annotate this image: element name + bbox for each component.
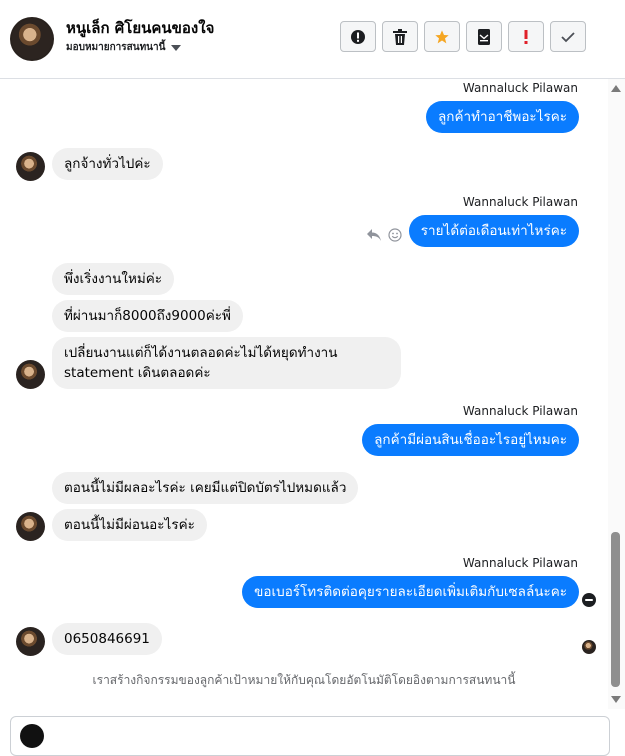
alert-circle-icon xyxy=(351,29,365,44)
outgoing-message[interactable]: ขอเบอร์โทรติดต่อคุยรายละเอียดเพิ่มเติมกั… xyxy=(242,576,579,608)
contact-name[interactable]: หนูเล็ก ศิโยนคนของใจ xyxy=(66,16,214,40)
check-icon xyxy=(561,31,575,42)
outgoing-message[interactable]: ลูกค้ามีผ่อนสินเชื่ออะไรอยู่ไหมคะ xyxy=(362,424,579,456)
react-emoji-icon[interactable] xyxy=(388,228,402,242)
contact-avatar-small xyxy=(16,627,45,656)
conversation-toolbar xyxy=(340,21,586,52)
conversation-header: หนูเล็ก ศิโยนคนของใจ มอบหมายการสนทนานี้ xyxy=(0,0,625,79)
contact-avatar[interactable] xyxy=(10,17,54,61)
assign-label: มอบหมายการสนทนานี้ xyxy=(66,42,166,53)
exclamation-icon xyxy=(524,29,528,44)
contact-avatar-small xyxy=(16,152,45,181)
star-button[interactable] xyxy=(424,21,460,52)
outgoing-message[interactable]: รายได้ต่อเดือนเท่าไหร่คะ xyxy=(408,215,579,247)
incoming-message[interactable]: 0650846691 xyxy=(52,623,162,655)
reply-icon[interactable] xyxy=(366,228,382,242)
delivered-status-icon xyxy=(582,593,596,607)
incoming-message[interactable]: ตอนนี้ไม่มีผลอะไรค่ะ เคยมีแต่ปิดบัตรไปหม… xyxy=(52,472,359,504)
sender-name: Wannaluck Pilawan xyxy=(462,81,578,95)
scroll-down-arrow-icon[interactable] xyxy=(611,696,621,703)
incoming-message[interactable]: พึ่งเริ่งงานใหม่ค่ะ xyxy=(52,263,175,295)
incoming-message[interactable]: ตอนนี้ไม่มีผ่อนอะไรค่ะ xyxy=(52,509,207,541)
report-spam-button[interactable] xyxy=(340,21,376,52)
message-thread: Wannaluck Pilawan ลูกค้าทำอาชีพอะไรคะ ลู… xyxy=(0,79,608,709)
outgoing-message[interactable]: ลูกค้าทำอาชีพอะไรคะ xyxy=(426,101,579,133)
caret-down-icon xyxy=(171,44,182,51)
incoming-message[interactable]: ลูกจ้างทั่วไปค่ะ xyxy=(52,148,163,180)
scrollbar-thumb[interactable] xyxy=(611,532,620,687)
composer-avatar xyxy=(20,724,44,748)
mark-unread-button[interactable] xyxy=(466,21,502,52)
message-actions xyxy=(366,228,402,242)
incoming-message[interactable]: เปลี่ยนงานแต่ก็ได้งานตลอดค่ะไม่ได้หยุดทำ… xyxy=(52,337,401,389)
scroll-up-arrow-icon[interactable] xyxy=(611,85,621,92)
seen-avatar-icon xyxy=(582,640,596,654)
thread-scrollbar[interactable] xyxy=(608,79,625,709)
sender-name: Wannaluck Pilawan xyxy=(462,195,578,209)
star-icon xyxy=(435,29,449,43)
assign-conversation-dropdown[interactable]: มอบหมายการสนทนานี้ xyxy=(66,40,182,55)
incoming-message[interactable]: ที่ผ่านมาก็8000ถึง9000ค่ะพี่ xyxy=(52,300,243,332)
mark-done-button[interactable] xyxy=(550,21,586,52)
contact-avatar-small xyxy=(16,360,45,389)
mark-important-button[interactable] xyxy=(508,21,544,52)
trash-icon xyxy=(393,28,407,45)
sender-name: Wannaluck Pilawan xyxy=(462,556,578,570)
sender-name: Wannaluck Pilawan xyxy=(462,404,578,418)
message-composer[interactable] xyxy=(10,716,610,756)
contact-avatar-small xyxy=(16,512,45,541)
envelope-icon xyxy=(478,28,490,45)
lead-activity-note: เราสร้างกิจกรรมของลูกค้าเป้าหมายให้กับคุ… xyxy=(92,673,516,687)
delete-button[interactable] xyxy=(382,21,418,52)
